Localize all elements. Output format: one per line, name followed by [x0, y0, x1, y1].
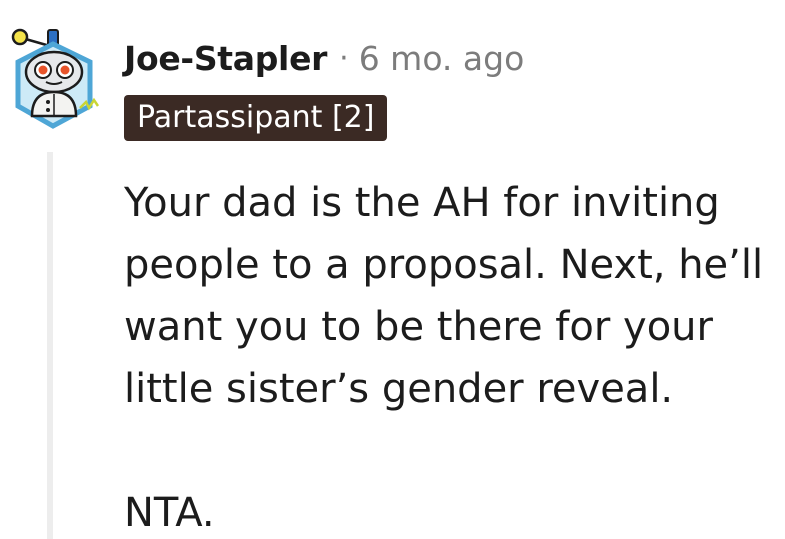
user-avatar[interactable]	[8, 24, 108, 132]
comment-paragraph: Your dad is the AH for inviting people t…	[124, 180, 764, 412]
meta-separator: ·	[339, 40, 349, 76]
user-flair: Partassipant [2]	[124, 95, 388, 141]
comment-meta: Joe-Stapler · 6 mo. ago	[124, 36, 524, 80]
username-link[interactable]: Joe-Stapler	[124, 39, 327, 78]
snoo-robot-avatar-icon	[11, 28, 100, 129]
thread-line[interactable]	[47, 152, 53, 539]
timestamp[interactable]: 6 mo. ago	[359, 39, 525, 78]
comment: Joe-Stapler · 6 mo. ago Partassipant [2]…	[0, 0, 785, 539]
comment-paragraph: NTA.	[124, 490, 215, 536]
comment-body: Your dad is the AH for inviting people t…	[124, 172, 774, 539]
